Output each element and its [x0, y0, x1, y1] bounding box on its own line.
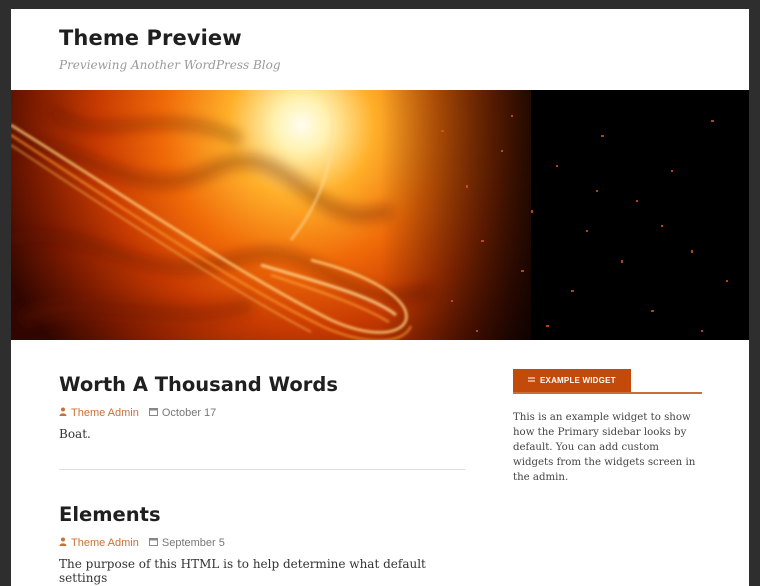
- posts-list: Worth A Thousand Words Theme Admin Octob…: [59, 340, 466, 585]
- post-author[interactable]: Theme Admin: [59, 537, 139, 549]
- widget-title-text: EXAMPLE WIDGET: [540, 376, 616, 385]
- primary-sidebar: EXAMPLE WIDGET This is an example widget…: [513, 369, 702, 485]
- post-date[interactable]: September 5: [148, 537, 225, 549]
- widget-text: This is an example widget to show how th…: [513, 412, 696, 483]
- header-image: [11, 90, 749, 340]
- post-divider: [59, 469, 466, 470]
- post-meta: Theme Admin October 17: [59, 407, 466, 419]
- post-author[interactable]: Theme Admin: [59, 407, 139, 419]
- post-title[interactable]: Worth A Thousand Words: [59, 373, 466, 396]
- date-link[interactable]: September 5: [162, 537, 225, 549]
- post-excerpt: Boat.: [59, 427, 91, 441]
- post-date[interactable]: October 17: [148, 407, 216, 419]
- site-header: Theme Preview Previewing Another WordPre…: [11, 9, 749, 90]
- example-widget: EXAMPLE WIDGET This is an example widget…: [513, 369, 702, 485]
- page: Theme Preview Previewing Another WordPre…: [11, 9, 749, 586]
- post-excerpt: The purpose of this HTML is to help dete…: [59, 557, 426, 585]
- post: Worth A Thousand Words Theme Admin Octob…: [59, 373, 466, 470]
- menu-lines-icon: [528, 376, 535, 385]
- post: Elements Theme Admin September 5 The pur…: [59, 503, 466, 585]
- date-link[interactable]: October 17: [162, 407, 216, 419]
- site-title[interactable]: Theme Preview: [59, 26, 242, 50]
- author-link[interactable]: Theme Admin: [71, 407, 139, 419]
- author-link[interactable]: Theme Admin: [71, 537, 139, 549]
- calendar-icon: [148, 537, 158, 549]
- site-description: Previewing Another WordPress Blog: [59, 58, 281, 72]
- user-icon: [59, 407, 67, 419]
- post-meta: Theme Admin September 5: [59, 537, 466, 549]
- widget-title-bar: EXAMPLE WIDGET: [513, 369, 702, 394]
- widget-title: EXAMPLE WIDGET: [513, 369, 631, 392]
- user-icon: [59, 537, 67, 549]
- post-title[interactable]: Elements: [59, 503, 466, 526]
- calendar-icon: [148, 407, 158, 419]
